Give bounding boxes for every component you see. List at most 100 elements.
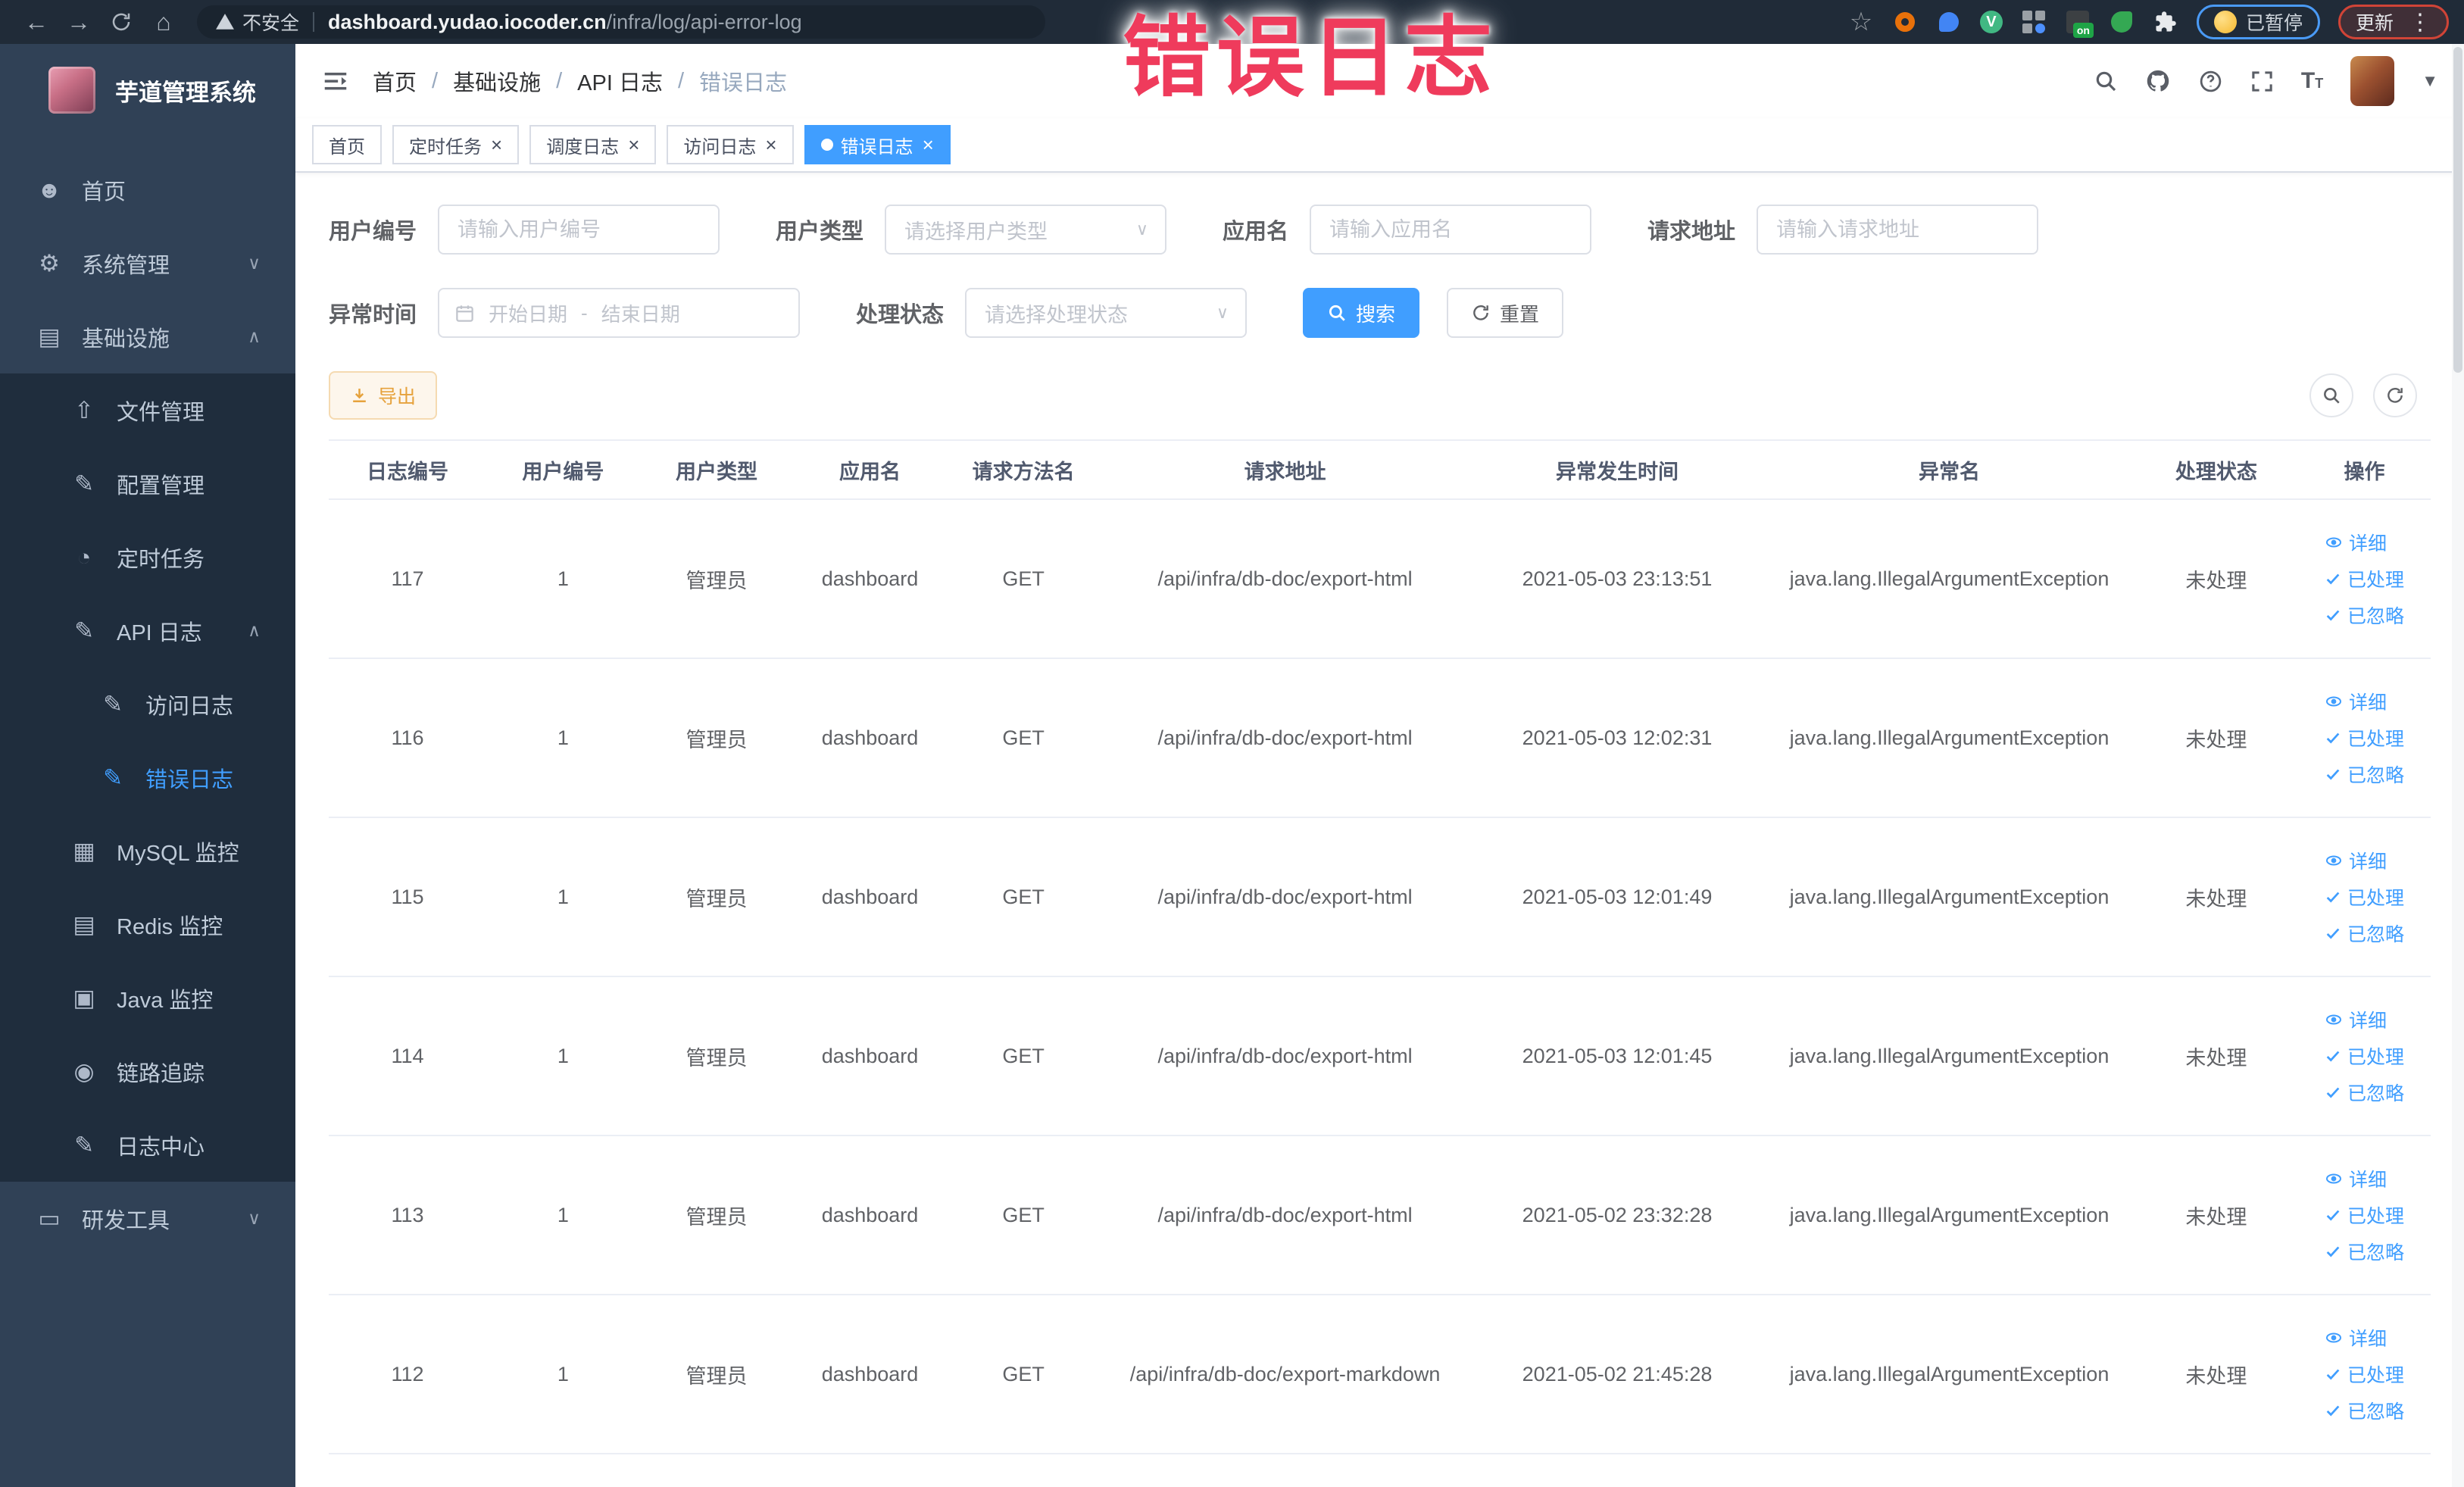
sidebar-item-java[interactable]: ▣ Java 监控 xyxy=(0,961,295,1035)
extensions-puzzle-icon[interactable] xyxy=(2153,9,2178,35)
extension-grid-icon[interactable] xyxy=(2021,9,2047,35)
refresh-table-button[interactable] xyxy=(2373,373,2417,417)
export-button[interactable]: 导出 xyxy=(329,371,438,420)
tab-定时任务[interactable]: 定时任务 × xyxy=(392,125,520,164)
process-status-label: 处理状态 xyxy=(856,303,945,327)
action-ignored-link[interactable]: 已忽略 xyxy=(2325,920,2404,947)
app-name-cell: dashboard xyxy=(793,1136,947,1295)
action-ignored-link[interactable]: 已忽略 xyxy=(2325,1238,2404,1265)
app-name-cell: dashboard xyxy=(793,1295,947,1454)
sidebar-item-infra[interactable]: ▤ 基础设施 ∧ xyxy=(0,300,295,373)
action-detail-link[interactable]: 详细 xyxy=(2325,847,2404,874)
address-bar[interactable]: 不安全 dashboard.yudao.iocoder.cn/infra/log… xyxy=(197,5,1045,39)
user-type-select[interactable]: 请选择用户类型 ∨ xyxy=(885,205,1167,255)
operations-links: 详细 已处理 已忽略 xyxy=(2325,520,2404,638)
close-icon[interactable]: × xyxy=(628,135,639,155)
action-label: 已忽略 xyxy=(2347,1401,2405,1423)
action-ignored-link[interactable]: 已忽略 xyxy=(2325,601,2404,629)
sidebar-item-system[interactable]: ⚙ 系统管理 ∨ xyxy=(0,226,295,300)
sidebar-logo[interactable]: 芋道管理系统 xyxy=(0,44,295,133)
tab-调度日志[interactable]: 调度日志 × xyxy=(529,125,657,164)
scrollbar-thumb[interactable] xyxy=(2453,47,2462,373)
operations-cell: 详细已处理已忽略 xyxy=(2298,1295,2431,1454)
sidebar-item-dev-tools[interactable]: ▭ 研发工具 ∨ xyxy=(0,1182,295,1255)
reset-button[interactable]: 重置 xyxy=(1447,288,1564,338)
page-scrollbar[interactable] xyxy=(2452,44,2464,1487)
action-ignored-link[interactable]: 已忽略 xyxy=(2325,761,2404,788)
action-detail-link[interactable]: 详细 xyxy=(2325,529,2404,556)
action-processed-link[interactable]: 已处理 xyxy=(2325,724,2404,751)
sidebar-item-tracer[interactable]: ◉ 链路追踪 xyxy=(0,1035,295,1108)
toggle-search-button[interactable] xyxy=(2309,373,2353,417)
extension-leaf-icon[interactable] xyxy=(2109,9,2135,35)
sidebar-item-access-log[interactable]: ✎ 访问日志 xyxy=(0,667,295,741)
action-detail-link[interactable]: 详细 xyxy=(2325,1165,2404,1192)
user-avatar[interactable] xyxy=(2350,56,2395,106)
font-size-icon[interactable]: TT xyxy=(2301,68,2323,94)
extension-switch-on-icon[interactable]: on xyxy=(2065,9,2094,38)
kebab-menu-icon[interactable]: ⋮ xyxy=(2409,9,2431,36)
action-label: 已忽略 xyxy=(2347,924,2405,945)
column-header: 请求地址 xyxy=(1100,439,1470,500)
process-status-select[interactable]: 请选择处理状态 ∨ xyxy=(965,288,1248,338)
bookmark-star-icon[interactable]: ☆ xyxy=(1848,8,1874,36)
sidebar-item-label: 日志中心 xyxy=(117,1135,205,1160)
action-detail-link[interactable]: 详细 xyxy=(2325,688,2404,715)
action-processed-link[interactable]: 已处理 xyxy=(2325,565,2404,592)
tab-首页[interactable]: 首页 xyxy=(312,125,382,164)
extension-shield-icon[interactable] xyxy=(1936,9,1962,35)
end-date-placeholder[interactable]: 结束日期 xyxy=(601,299,680,327)
tab-错误日志[interactable]: 错误日志 × xyxy=(804,125,951,164)
breadcrumb-item[interactable]: 首页 xyxy=(373,65,417,97)
action-processed-link[interactable]: 已处理 xyxy=(2325,1042,2404,1070)
sidebar-item-redis[interactable]: ▤ Redis 监控 xyxy=(0,888,295,961)
operations-links: 详细已处理已忽略 xyxy=(2325,838,2404,956)
date-range-picker[interactable]: 开始日期 - 结束日期 xyxy=(438,288,801,338)
sidebar-item-mysql[interactable]: ▦ MySQL 监控 xyxy=(0,814,295,888)
table-row: 113 1 管理员 dashboard GET/api/infra/db-doc/exp… xyxy=(329,1136,2431,1295)
url-domain: dashboard.yudao.iocoder.cn xyxy=(328,10,607,33)
exception-cell: java.lang.IllegalArgumentException xyxy=(1764,658,2135,818)
sidebar-item-home[interactable]: ☻ 首页 xyxy=(0,153,295,226)
extension-donut-icon[interactable] xyxy=(1892,9,1918,35)
breadcrumb-item[interactable]: 基础设施 xyxy=(453,65,541,97)
github-icon[interactable] xyxy=(2145,68,2171,94)
action-processed-link[interactable]: 已处理 xyxy=(2325,883,2404,911)
request-url-input[interactable] xyxy=(1757,205,2039,255)
action-processed-link[interactable]: 已处理 xyxy=(2325,1201,2404,1229)
user-id-input[interactable] xyxy=(438,205,720,255)
search-button[interactable]: 搜索 xyxy=(1303,288,1420,338)
sidebar-item-job[interactable]: ◔ 定时任务 xyxy=(0,520,295,594)
close-icon[interactable]: × xyxy=(491,135,502,155)
extension-vue-devtools-icon[interactable]: V xyxy=(1979,11,2003,33)
start-date-placeholder[interactable]: 开始日期 xyxy=(489,299,567,327)
forward-icon[interactable]: → xyxy=(58,5,100,39)
search-icon[interactable] xyxy=(2094,69,2118,93)
action-detail-link[interactable]: 详细 xyxy=(2325,1006,2404,1033)
sidebar-item-api-log[interactable]: ✎ API 日志 ∧ xyxy=(0,594,295,667)
action-processed-link[interactable]: 已处理 xyxy=(2325,1360,2404,1388)
action-ignored-link[interactable]: 已忽略 xyxy=(2325,1397,2404,1424)
breadcrumb-item[interactable]: API 日志 xyxy=(577,65,663,97)
fullscreen-icon[interactable] xyxy=(2250,70,2274,93)
sidebar-item-file[interactable]: ⇧ 文件管理 xyxy=(0,373,295,447)
sidebar-item-config[interactable]: ✎ 配置管理 xyxy=(0,447,295,520)
tab-访问日志[interactable]: 访问日志 × xyxy=(667,125,794,164)
sidebar-item-log-center[interactable]: ✎ 日志中心 xyxy=(0,1108,295,1182)
action-ignored-link[interactable]: 已忽略 xyxy=(2325,1079,2404,1106)
browser-update-button[interactable]: 更新 ⋮ xyxy=(2338,5,2449,39)
check-icon xyxy=(2326,928,2340,939)
action-detail-link[interactable]: 详细 xyxy=(2325,1324,2404,1351)
close-icon[interactable]: × xyxy=(765,135,776,155)
close-icon[interactable]: × xyxy=(923,135,934,155)
reload-icon[interactable] xyxy=(100,5,142,39)
profile-paused-badge[interactable]: 已暂停 xyxy=(2196,5,2320,39)
home-icon[interactable]: ⌂ xyxy=(142,5,185,39)
app-name-input[interactable] xyxy=(1310,205,1592,255)
collapse-sidebar-icon[interactable] xyxy=(321,67,350,95)
back-icon[interactable]: ← xyxy=(15,5,58,39)
sidebar-item-error-log[interactable]: ✎ 错误日志 xyxy=(0,741,295,814)
user-caret-down-icon[interactable]: ▼ xyxy=(2422,71,2438,91)
help-icon[interactable] xyxy=(2198,69,2223,94)
security-chip[interactable]: 不安全 xyxy=(215,8,299,36)
